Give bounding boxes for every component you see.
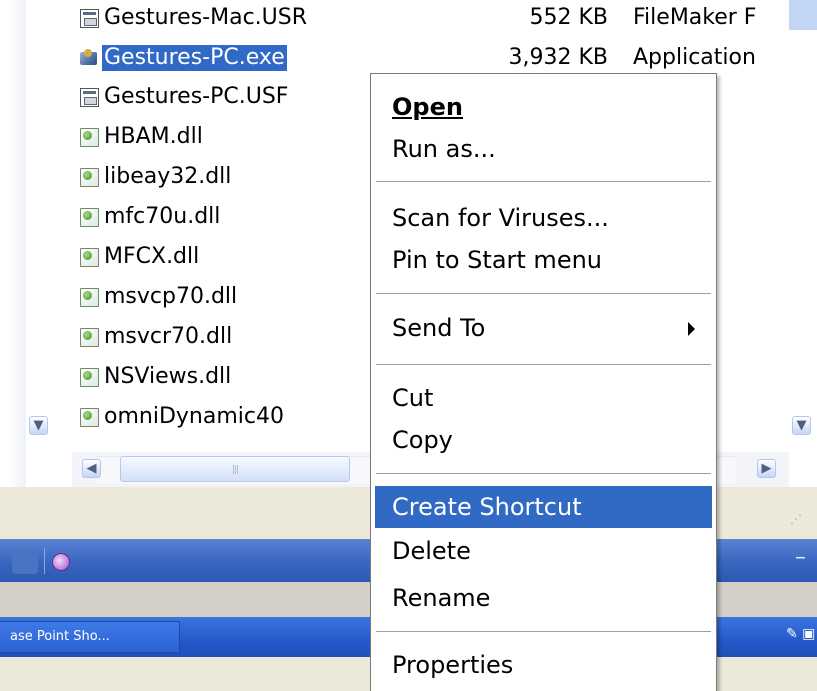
- menu-separator: [376, 473, 711, 474]
- file-type: FileMaker F: [633, 5, 757, 30]
- scroll-left-button[interactable]: ◀: [82, 459, 101, 478]
- dll-file-icon: [80, 248, 99, 267]
- file-name: Gestures-PC.exe: [102, 45, 287, 71]
- dll-file-icon: [80, 168, 99, 187]
- taskbar-button-app[interactable]: ase Point Sho...: [0, 621, 180, 653]
- file-name: HBAM.dll: [104, 124, 203, 149]
- file-name: msvcp70.dll: [104, 284, 238, 309]
- adjacent-panel-edge: [789, 0, 817, 30]
- orb-icon[interactable]: [52, 553, 70, 571]
- menu-item-cut[interactable]: Cut: [375, 377, 712, 419]
- scrollbar-thumb[interactable]: |||: [120, 456, 350, 482]
- file-size: 3,932 KB: [508, 45, 609, 70]
- dll-file-icon: [80, 328, 99, 347]
- exe-file-icon: [80, 49, 99, 68]
- context-menu: Open Run as... Scan for Viruses... Pin t…: [370, 73, 717, 691]
- window-left-edge: [0, 0, 26, 500]
- file-name: NSViews.dll: [104, 364, 232, 389]
- menu-separator: [376, 181, 711, 182]
- scroll-right-button[interactable]: ▶: [757, 459, 776, 478]
- scroll-down-right-button[interactable]: ▼: [792, 416, 811, 435]
- menu-item-delete[interactable]: Delete: [375, 530, 712, 572]
- minimize-icon[interactable]: –: [795, 545, 806, 570]
- file-row[interactable]: Gestures-Mac.USR 552 KB FileMaker F: [72, 3, 789, 33]
- menu-item-open[interactable]: Open: [375, 86, 712, 128]
- file-type: Application: [633, 45, 756, 70]
- dll-file-icon: [80, 128, 99, 147]
- menu-item-scan-viruses[interactable]: Scan for Viruses...: [375, 197, 712, 239]
- toolbar-divider: [44, 548, 45, 574]
- menu-item-properties[interactable]: Properties: [375, 644, 712, 686]
- menu-item-copy[interactable]: Copy: [375, 419, 712, 461]
- file-name: msvcr70.dll: [104, 324, 233, 349]
- file-name: mfc70u.dll: [104, 204, 221, 229]
- menu-item-run-as[interactable]: Run as...: [375, 128, 712, 170]
- menu-separator: [376, 293, 711, 294]
- file-name: Gestures-Mac.USR: [104, 5, 308, 30]
- tray-icons[interactable]: ✎ ▣: [786, 626, 815, 642]
- menu-item-send-to[interactable]: Send To: [375, 307, 712, 349]
- dll-file-icon: [80, 408, 99, 427]
- file-name: Gestures-PC.USF: [104, 84, 289, 109]
- menu-separator: [376, 631, 711, 632]
- dll-file-icon: [80, 208, 99, 227]
- send-to-label: Send To: [392, 314, 486, 342]
- thumb-grip-icon: |||: [231, 465, 239, 475]
- file-name: omniDynamic40: [104, 404, 284, 429]
- file-size: 552 KB: [529, 5, 608, 30]
- submenu-arrow-icon: [688, 322, 695, 336]
- resize-grip-icon[interactable]: ⋰: [790, 512, 802, 526]
- dll-file-icon: [80, 368, 99, 387]
- file-row[interactable]: Gestures-PC.exe 3,932 KB Application: [72, 43, 789, 73]
- scroll-down-left-button[interactable]: ▼: [29, 416, 48, 435]
- dll-file-icon: [80, 288, 99, 307]
- file-name: MFCX.dll: [104, 244, 200, 269]
- menu-item-create-shortcut[interactable]: Create Shortcut: [375, 486, 712, 528]
- usr-file-icon: [80, 88, 99, 107]
- menu-separator: [376, 364, 711, 365]
- file-name: libeay32.dll: [104, 164, 232, 189]
- hand-tool-icon[interactable]: [12, 548, 38, 574]
- menu-item-rename[interactable]: Rename: [375, 577, 712, 619]
- usr-file-icon: [80, 9, 99, 28]
- menu-item-pin-start[interactable]: Pin to Start menu: [375, 239, 712, 281]
